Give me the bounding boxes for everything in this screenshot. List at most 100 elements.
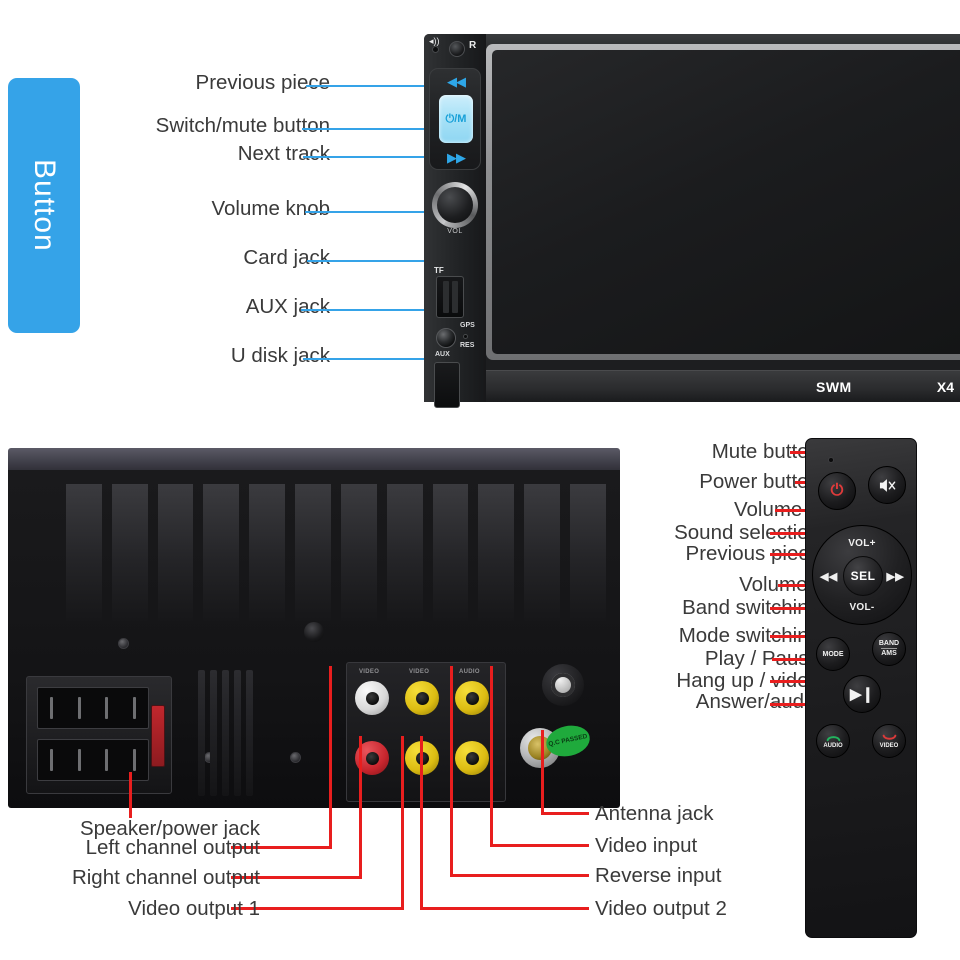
mode-label: MODE (822, 650, 844, 658)
answer-phone-icon (826, 736, 840, 742)
leader-u-disk-jack (303, 358, 430, 360)
leader-card-jack (307, 260, 433, 262)
leader-right-ch-v (359, 736, 362, 876)
callout-switch-mute: Switch/mute button (155, 114, 330, 137)
previous-track-icon: ◀◀ (447, 74, 466, 89)
next-track-button[interactable]: ▶▶ (886, 570, 904, 583)
next-track-icon: ▶▶ (447, 150, 466, 165)
sound-selection-button[interactable]: SEL (843, 556, 883, 596)
video-input-jack[interactable] (455, 681, 489, 715)
leader-speaker-power (129, 772, 132, 818)
volume-up-button[interactable]: VOL+ (813, 538, 911, 549)
video-input-jack-2[interactable] (455, 741, 489, 775)
qc-passed-label: Q.C PASSED (547, 733, 589, 749)
reset-hole[interactable] (463, 334, 468, 339)
leader-left-ch-v (329, 666, 332, 849)
remote-control-body: ⏻ VOL+ VOL- ◀◀ ▶▶ SEL MODE BAND AMS ▶❙ A… (805, 438, 917, 938)
band-label: BAND (878, 639, 900, 647)
leader-switch-mute (302, 128, 431, 130)
remote-power-button[interactable]: ⏻ (818, 472, 856, 510)
aux-port-label: AUX (435, 351, 450, 358)
callout-volume-knob: Volume knob (211, 197, 330, 220)
reset-label: RES (460, 342, 475, 349)
microphone-hole (432, 46, 439, 53)
brand-name: SWM (816, 378, 852, 395)
callout-right-channel-output: Right channel output (71, 866, 260, 889)
video-label: VIDEO (879, 743, 899, 749)
remote-hangup-video-button[interactable]: VIDEO (872, 724, 906, 758)
ir-receiver-icon (449, 41, 465, 57)
mute-speaker-icon (879, 478, 895, 492)
band-ams-label: AMS (881, 648, 897, 657)
rear-mount-hole (304, 622, 324, 642)
leader-next-track (303, 156, 431, 158)
audio-label: AUDIO (823, 743, 843, 749)
power-icon: ⏻ (830, 482, 844, 499)
volume-down-button[interactable]: VOL- (813, 602, 911, 613)
leader-volume-knob (305, 211, 431, 213)
tf-slot-label: TF (434, 266, 444, 275)
gps-port-label: GPS (460, 322, 475, 329)
diagram-stage: Button Previous piece Switch/mute button… (0, 0, 960, 960)
rca-caption-2: VIDEO (409, 669, 430, 675)
control-column: ◂)) R ◀◀ ⏻/M ▶▶ VOL TF GPS RES AUX (424, 34, 486, 408)
leader-reverse-h (450, 874, 589, 877)
rca-jack-panel: VIDEO VIDEO AUDIO (346, 662, 506, 802)
speaker-power-connector[interactable] (26, 676, 172, 794)
rca-caption-3: AUDIO (459, 669, 480, 675)
callout-previous-piece: Previous piece (195, 71, 330, 94)
remote-mute-button[interactable] (868, 466, 906, 504)
leader-video-in-v (490, 666, 493, 847)
rear-screw (290, 752, 301, 763)
car-stereo-front-unit: ◂)) R ◀◀ ⏻/M ▶▶ VOL TF GPS RES AUX SWM X… (424, 34, 960, 408)
reset-marker-label: R (469, 40, 477, 51)
remote-mode-button[interactable]: MODE (816, 637, 850, 671)
callout-card-jack: Card jack (243, 246, 330, 269)
antenna-jack[interactable] (542, 664, 584, 706)
model-name: X4 (936, 378, 954, 395)
left-channel-output-jack[interactable] (355, 681, 389, 715)
power-mute-icon: ⏻/M (445, 112, 467, 125)
leader-video-in-h (490, 844, 589, 847)
callout-next-track: Next track (237, 142, 330, 165)
remote-answer-audio-button[interactable]: AUDIO (816, 724, 850, 758)
transport-key-pad: ◀◀ ⏻/M ▶▶ (429, 68, 481, 170)
volume-knob-core (437, 187, 473, 223)
sel-label: SEL (850, 569, 876, 583)
callout-u-disk-jack: U disk jack (230, 344, 330, 367)
remote-ir-led-icon (828, 457, 834, 463)
remote-band-ams-button[interactable]: BAND AMS (872, 632, 906, 666)
leader-previous-piece (306, 85, 431, 87)
volume-knob[interactable] (432, 182, 478, 228)
hangup-phone-icon (882, 734, 896, 740)
remote-directional-pad: VOL+ VOL- ◀◀ ▶▶ SEL (812, 525, 912, 625)
remote-play-pause-button[interactable]: ▶❙ (843, 675, 881, 713)
leader-reverse-v (450, 666, 453, 877)
callout-left-channel-output: Left channel output (85, 836, 260, 859)
previous-track-button[interactable]: ◀◀ (820, 570, 838, 583)
screen-bezel (486, 44, 960, 360)
leader-aux-jack (301, 309, 432, 311)
touch-screen[interactable] (492, 50, 960, 354)
aux-jack[interactable] (436, 328, 456, 348)
fuse (151, 705, 165, 767)
power-mute-button[interactable]: ⏻/M (439, 95, 473, 143)
next-track-button[interactable]: ▶▶ (430, 148, 482, 168)
rear-back-face: VIDEO VIDEO AUDIO Q.C PASSED (8, 470, 620, 808)
usb-disk-slot[interactable] (434, 362, 460, 408)
rca-caption-1: VIDEO (359, 669, 380, 675)
iso-pin-row-top (37, 687, 149, 729)
rear-vent-slots (198, 670, 253, 796)
brand-strip: SWM X4 (486, 370, 960, 402)
previous-track-button[interactable]: ◀◀ (430, 72, 482, 92)
car-stereo-rear-unit: VIDEO VIDEO AUDIO Q.C PASSED (8, 448, 620, 808)
face-panel-section: Previous piece Switch/mute button Next t… (0, 0, 960, 420)
leader-antenna-h (541, 812, 589, 815)
video-output-1-jack[interactable] (405, 681, 439, 715)
tf-card-slot[interactable] (436, 276, 464, 318)
leader-video-out2-h (420, 907, 589, 910)
remote-control-section: Mute button Power button Volume + Sound … (620, 420, 960, 960)
callout-video-output-1: Video output 1 (128, 897, 260, 920)
leader-video-out1-v (401, 736, 404, 907)
play-pause-icon: ▶❙ (849, 686, 875, 703)
